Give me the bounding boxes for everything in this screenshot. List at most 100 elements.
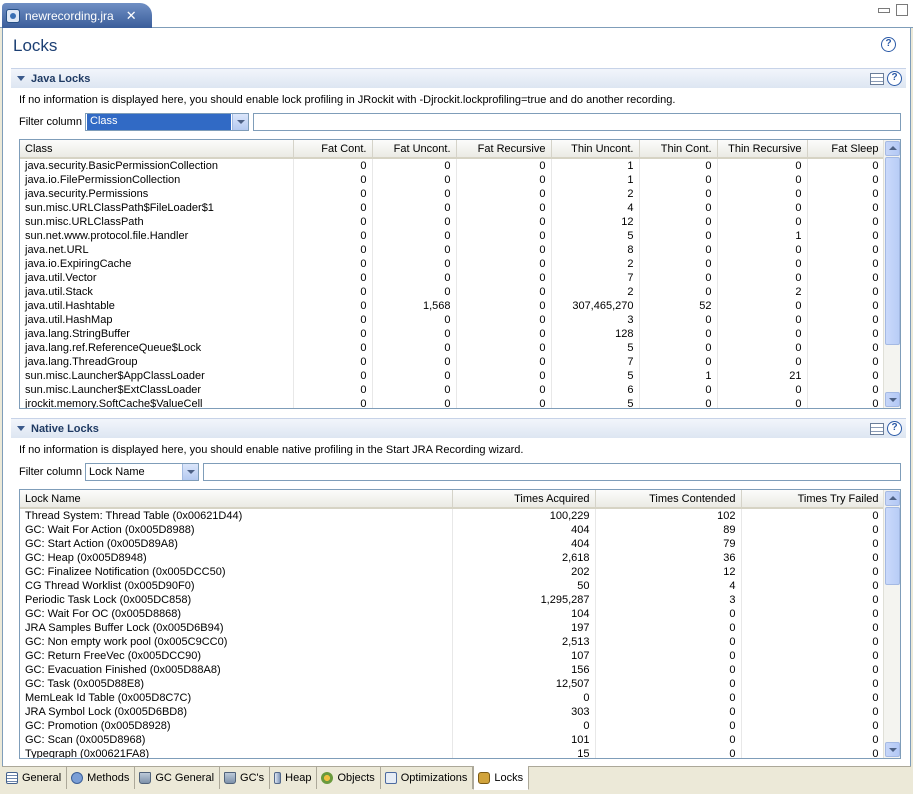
scroll-down-button[interactable] — [885, 742, 900, 757]
table-row[interactable]: GC: Promotion (0x005D8928) 0 0 0 — [20, 719, 885, 733]
native-filter-column-select[interactable]: Lock Name — [85, 463, 199, 481]
java-locks-section-header[interactable]: Java Locks ? — [11, 68, 906, 88]
table-row[interactable]: sun.misc.Launcher$AppClassLoader 0 0 0 5 1 21 0 — [20, 369, 885, 383]
table-cell: 1,568 — [372, 299, 457, 313]
table-cell: 0 — [456, 158, 552, 173]
table-row[interactable]: JRA Samples Buffer Lock (0x005D6B94) 197 0… — [20, 621, 885, 635]
table-row[interactable]: sun.misc.URLClassPath 0 0 0 12 0 0 0 — [20, 215, 885, 229]
table-row[interactable]: java.lang.ThreadGroup 0 0 0 7 0 0 0 — [20, 355, 885, 369]
help-icon[interactable]: ? — [881, 37, 896, 52]
column-header[interactable]: Thin Cont. — [639, 140, 718, 159]
table-row[interactable]: MemLeak Id Table (0x005D8C7C) 0 0 0 — [20, 691, 885, 705]
maximize-button[interactable] — [896, 4, 908, 16]
table-row[interactable]: GC: Return FreeVec (0x005DCC90) 107 0 0 — [20, 649, 885, 663]
table-row[interactable]: GC: Wait For Action (0x005D8988) 404 89 0 — [20, 523, 885, 537]
column-header[interactable]: Times Acquired — [452, 490, 596, 509]
editor-tab[interactable]: newrecording.jra ✕ — [2, 3, 152, 28]
java-filter-column-select[interactable]: Class — [85, 113, 249, 131]
bottom-tab-heap[interactable]: Heap — [270, 767, 318, 789]
column-header[interactable]: Thin Recursive — [717, 140, 808, 159]
table-row[interactable]: java.lang.StringBuffer 0 0 0 128 0 0 0 — [20, 327, 885, 341]
column-header[interactable]: Lock Name — [20, 490, 453, 509]
chevron-down-icon[interactable] — [182, 464, 198, 480]
column-header[interactable]: Times Contended — [595, 490, 742, 509]
table-row[interactable]: GC: Wait For OC (0x005D8868) 104 0 0 — [20, 607, 885, 621]
table-row[interactable]: java.io.ExpiringCache 0 0 0 2 0 0 0 — [20, 257, 885, 271]
table-row[interactable]: GC: Non empty work pool (0x005C9CC0) 2,51… — [20, 635, 885, 649]
table-cell: 0 — [293, 271, 373, 285]
table-row[interactable]: java.util.Vector 0 0 0 7 0 0 0 — [20, 271, 885, 285]
scroll-down-button[interactable] — [885, 392, 900, 407]
scroll-up-button[interactable] — [885, 491, 900, 506]
native-table-scrollbar[interactable] — [883, 490, 900, 758]
table-row[interactable]: CG Thread Worklist (0x005D90F0) 50 4 0 — [20, 579, 885, 593]
table-cell: 0 — [456, 271, 552, 285]
table-cell: 0 — [595, 607, 742, 621]
table-cell: 0 — [717, 383, 808, 397]
table-row[interactable]: GC: Scan (0x005D8968) 101 0 0 — [20, 733, 885, 747]
scroll-thumb[interactable] — [885, 507, 900, 585]
table-row[interactable]: Periodic Task Lock (0x005DC858) 1,295,287… — [20, 593, 885, 607]
table-settings-icon[interactable] — [870, 72, 884, 85]
java-filter-input[interactable] — [253, 113, 901, 131]
table-row[interactable]: GC: Evacuation Finished (0x005D88A8) 156 0… — [20, 663, 885, 677]
table-cell: GC: Evacuation Finished (0x005D88A8) — [20, 663, 453, 677]
minimize-button[interactable] — [878, 8, 890, 13]
native-locks-section-header[interactable]: Native Locks ? — [11, 418, 906, 438]
java-table-scrollbar[interactable] — [883, 140, 900, 408]
bottom-tab-optimizations[interactable]: Optimizations — [380, 767, 474, 789]
table-row[interactable]: GC: Start Action (0x005D89A8) 404 79 0 — [20, 537, 885, 551]
table-row[interactable]: java.util.HashMap 0 0 0 3 0 0 0 — [20, 313, 885, 327]
bottom-tab-gc-general[interactable]: GC General — [135, 767, 221, 789]
bottom-tab-objects[interactable]: Objects — [317, 767, 381, 789]
column-header[interactable]: Fat Cont. — [293, 140, 373, 159]
table-row[interactable]: java.util.Hashtable 0 1,568 0 307,465,270 52 0… — [20, 299, 885, 313]
table-row[interactable]: java.util.Stack 0 0 0 2 0 2 0 — [20, 285, 885, 299]
table-row[interactable]: jrockit.memory.SoftCache$ValueCell 0 0 0 5 0 0… — [20, 397, 885, 408]
column-header[interactable]: Fat Sleep — [807, 140, 885, 159]
table-row[interactable]: java.net.URL 0 0 0 8 0 0 0 — [20, 243, 885, 257]
table-row[interactable]: JRA Symbol Lock (0x005D6BD8) 303 0 0 — [20, 705, 885, 719]
table-row[interactable]: GC: Task (0x005D88E8) 12,507 0 0 — [20, 677, 885, 691]
column-header[interactable]: Thin Uncont. — [551, 140, 640, 159]
help-icon[interactable]: ? — [887, 71, 902, 86]
table-row[interactable]: java.security.Permissions 0 0 0 2 0 0 0 — [20, 187, 885, 201]
table-row[interactable]: Thread System: Thread Table (0x00621D44)… — [20, 508, 885, 523]
table-row[interactable]: GC: Finalizee Notification (0x005DCC50) 2… — [20, 565, 885, 579]
table-cell: 0 — [639, 355, 718, 369]
column-header[interactable]: Class — [20, 140, 294, 159]
column-header[interactable]: Fat Uncont. — [372, 140, 457, 159]
table-cell: 0 — [639, 158, 718, 173]
table-cell: 0 — [372, 257, 457, 271]
table-settings-icon[interactable] — [870, 422, 884, 435]
collapse-icon[interactable] — [17, 76, 25, 81]
table-cell: 0 — [807, 173, 885, 187]
bottom-tab-locks[interactable]: Locks — [473, 766, 530, 790]
table-row[interactable]: sun.misc.Launcher$ExtClassLoader 0 0 0 6 0 0 0 — [20, 383, 885, 397]
table-cell: 0 — [293, 243, 373, 257]
table-cell: java.util.HashMap — [20, 313, 294, 327]
table-cell: 52 — [639, 299, 718, 313]
scroll-up-button[interactable] — [885, 141, 900, 156]
table-row[interactable]: java.io.FilePermissionCollection 0 0 0 1 0 0 0 — [20, 173, 885, 187]
bottom-tab-gc-s[interactable]: GC's — [220, 767, 271, 789]
column-header[interactable]: Fat Recursive — [456, 140, 552, 159]
table-cell: 0 — [595, 705, 742, 719]
table-cell: 0 — [293, 285, 373, 299]
native-filter-input[interactable] — [203, 463, 901, 481]
close-icon[interactable]: ✕ — [126, 8, 137, 24]
bottom-tab-methods[interactable]: Methods — [67, 767, 136, 789]
chevron-down-icon[interactable] — [232, 114, 248, 130]
table-row[interactable]: sun.misc.URLClassPath$FileLoader$1 0 0 0 4 0 0… — [20, 201, 885, 215]
help-icon[interactable]: ? — [887, 421, 902, 436]
table-row[interactable]: GC: Heap (0x005D8948) 2,618 36 0 — [20, 551, 885, 565]
column-header[interactable]: Times Try Failed — [741, 490, 885, 509]
table-row[interactable]: sun.net.www.protocol.file.Handler 0 0 0 5 0 1 0 — [20, 229, 885, 243]
bottom-tab-general[interactable]: General — [2, 767, 68, 789]
table-row[interactable]: java.security.BasicPermissionCollection 0… — [20, 158, 885, 173]
scroll-thumb[interactable] — [885, 157, 900, 345]
table-row[interactable]: java.lang.ref.ReferenceQueue$Lock 0 0 0 5 0 0 0 — [20, 341, 885, 355]
collapse-icon[interactable] — [17, 426, 25, 431]
table-cell: 0 — [456, 327, 552, 341]
table-row[interactable]: Typegraph (0x00621FA8) 15 0 0 — [20, 747, 885, 758]
